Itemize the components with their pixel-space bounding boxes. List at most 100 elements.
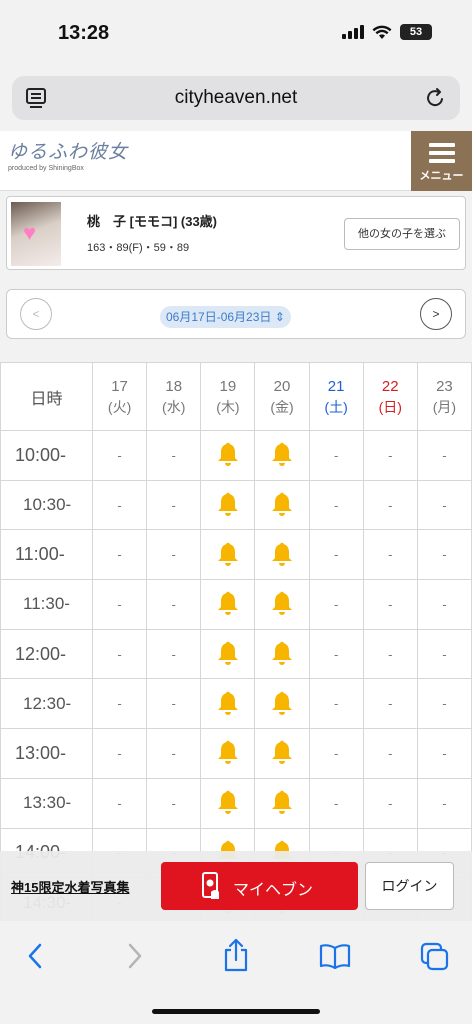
- available-slot-cell[interactable]: [254, 777, 310, 829]
- login-button[interactable]: ログイン: [365, 862, 454, 910]
- menu-label: メニュー: [419, 170, 464, 182]
- day-number: 18: [165, 377, 183, 395]
- day-number: 21: [327, 377, 345, 395]
- time-row: 10:00- - - - - -: [0, 430, 472, 481]
- bell-icon: [217, 790, 238, 815]
- back-icon[interactable]: [26, 941, 44, 971]
- available-slot-cell[interactable]: [200, 678, 256, 730]
- address-bar[interactable]: cityheaven.net: [12, 76, 460, 120]
- menu-button[interactable]: メニュー: [411, 131, 472, 191]
- tabs-icon[interactable]: [420, 942, 450, 972]
- unavailable-slot-cell: -: [416, 678, 472, 730]
- myheaven-button[interactable]: マイヘブン: [161, 862, 358, 910]
- bell-icon: [271, 592, 292, 616]
- bell-icon: [271, 443, 292, 467]
- schedule-header-row: 日時 17 (火) 18 (水) 19 (木) 20 (金) 21 (土) 22 (日) 23 (月): [0, 362, 472, 431]
- datetime-header: 日時: [0, 362, 93, 431]
- unavailable-slot-cell: -: [308, 479, 364, 531]
- unavailable-slot-cell: -: [308, 628, 364, 680]
- bell-icon: [217, 492, 238, 517]
- available-slot-cell[interactable]: [254, 579, 310, 630]
- select-other-girl-button[interactable]: 他の女の子を選ぶ: [344, 218, 460, 250]
- profile-photo[interactable]: ♥: [11, 202, 61, 266]
- unavailable-slot-cell: -: [91, 628, 148, 680]
- day-header: 19 (木): [200, 362, 256, 431]
- time-slot-label: 11:30-: [0, 579, 93, 630]
- next-week-button[interactable]: >: [420, 298, 452, 330]
- unavailable-slot-cell: -: [91, 529, 148, 581]
- bell-icon: [271, 641, 292, 666]
- unavailable-slot-cell: -: [362, 628, 418, 680]
- time-slot-label: 13:30-: [0, 777, 93, 829]
- bell-icon: [217, 592, 238, 616]
- bell-icon: [271, 790, 292, 815]
- heart-icon: ♥: [23, 220, 37, 245]
- unavailable-slot-cell: -: [146, 529, 202, 581]
- unavailable-slot-cell: -: [362, 479, 418, 531]
- available-slot-cell[interactable]: [200, 728, 256, 779]
- prev-week-button[interactable]: <: [20, 298, 52, 330]
- bell-icon: [217, 691, 238, 715]
- unavailable-slot-cell: -: [308, 728, 364, 779]
- forward-icon[interactable]: [126, 941, 144, 971]
- available-slot-cell[interactable]: [200, 628, 256, 680]
- myheaven-label: マイヘブン: [233, 882, 314, 899]
- logo-subtext: produced by ShiningBox: [8, 165, 84, 172]
- logo-text: ゆるふわ彼女: [8, 141, 129, 163]
- available-slot-cell[interactable]: [254, 430, 310, 481]
- unavailable-slot-cell: -: [308, 678, 364, 730]
- unavailable-slot-cell: -: [362, 678, 418, 730]
- day-header: 20 (金): [254, 362, 310, 431]
- day-number: 19: [219, 377, 237, 395]
- day-of-week: (金): [270, 398, 294, 415]
- week-navigation: < 06月17日-06月23日 ⇕ >: [6, 289, 466, 339]
- time-slot-label: 12:30-: [0, 678, 93, 730]
- reload-icon[interactable]: [426, 87, 446, 109]
- available-slot-cell[interactable]: [200, 479, 256, 531]
- status-time: 13:28: [58, 22, 110, 44]
- unavailable-slot-cell: -: [362, 777, 418, 829]
- available-slot-cell[interactable]: [200, 430, 256, 481]
- time-row: 13:00- - - - - -: [0, 728, 472, 779]
- day-number: 22: [381, 377, 399, 395]
- unavailable-slot-cell: -: [91, 678, 148, 730]
- time-row: 13:30- - - - - -: [0, 777, 472, 829]
- profile-stats: 163・89(F)・59・89: [87, 242, 190, 254]
- bell-icon: [271, 691, 292, 715]
- day-of-week: (火): [107, 398, 132, 415]
- bell-icon: [217, 641, 238, 666]
- day-number: 17: [111, 377, 128, 395]
- day-header: 22 (日): [362, 362, 418, 431]
- battery-indicator: 53: [400, 24, 432, 40]
- available-slot-cell[interactable]: [254, 628, 310, 680]
- unavailable-slot-cell: -: [91, 728, 148, 779]
- status-icons: 53: [342, 24, 432, 40]
- bookmarks-icon[interactable]: [319, 943, 351, 969]
- available-slot-cell[interactable]: [254, 728, 310, 779]
- share-icon[interactable]: [222, 938, 250, 972]
- site-logo[interactable]: ゆるふわ彼女 produced by ShiningBox: [8, 137, 133, 185]
- unavailable-slot-cell: -: [146, 479, 202, 531]
- profile-card: ♥ 桃 子 [モモコ] (33歳) 163・89(F)・59・89 他の女の子を…: [6, 196, 466, 270]
- week-range-select[interactable]: 06月17日-06月23日 ⇕: [160, 306, 291, 328]
- browser-toolbar: [0, 921, 472, 1024]
- unavailable-slot-cell: -: [362, 529, 418, 581]
- available-slot-cell[interactable]: [200, 579, 256, 630]
- day-of-week: (水): [162, 398, 186, 415]
- home-indicator: [152, 1009, 320, 1014]
- time-slot-label: 12:00-: [0, 628, 93, 680]
- day-number: 23: [436, 377, 453, 395]
- available-slot-cell[interactable]: [254, 479, 310, 531]
- url-text[interactable]: cityheaven.net: [12, 87, 460, 109]
- bell-icon: [271, 741, 292, 765]
- unavailable-slot-cell: -: [146, 579, 202, 630]
- promo-photobook-link[interactable]: 神15限定水着写真集: [11, 877, 129, 896]
- available-slot-cell[interactable]: [254, 529, 310, 581]
- available-slot-cell[interactable]: [200, 529, 256, 581]
- hamburger-icon: [428, 143, 455, 163]
- available-slot-cell[interactable]: [254, 678, 310, 730]
- bottom-action-bar: 神15限定水着写真集 マイヘブン ログイン: [0, 851, 472, 921]
- unavailable-slot-cell: -: [362, 579, 418, 630]
- available-slot-cell[interactable]: [200, 777, 256, 829]
- bell-icon: [217, 542, 238, 566]
